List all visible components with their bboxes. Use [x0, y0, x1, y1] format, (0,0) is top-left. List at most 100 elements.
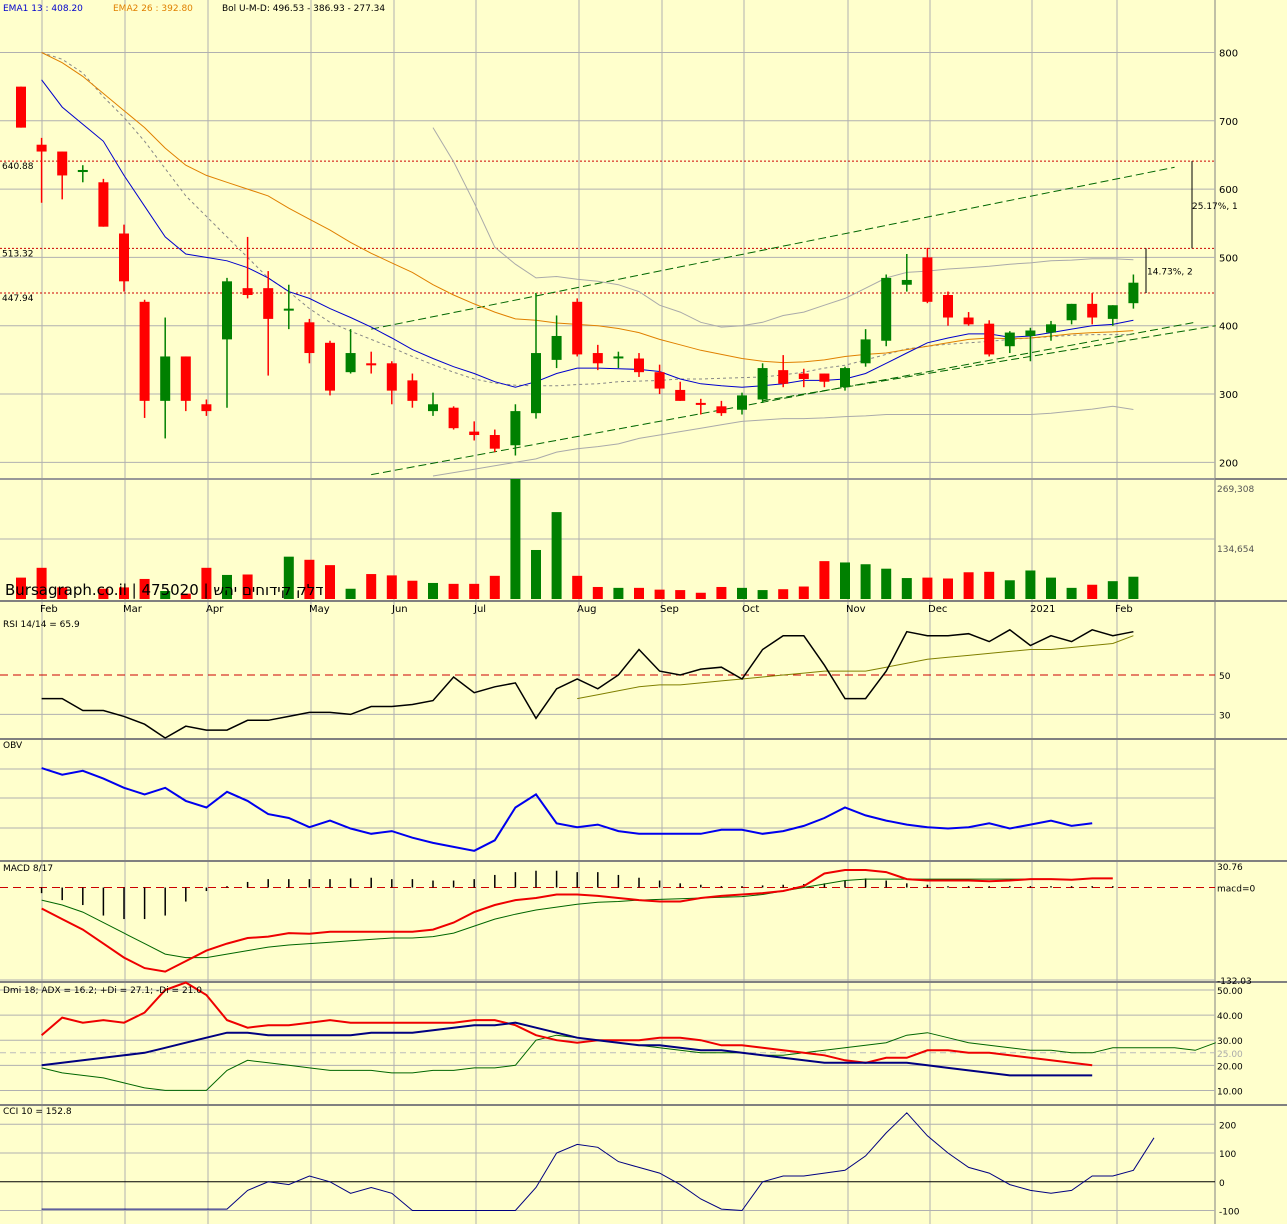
- candle-down: [943, 294, 953, 318]
- rsi-tick-label: 30: [1219, 711, 1231, 721]
- cci-tick-label: 0: [1219, 1179, 1225, 1189]
- price-level-label: 447.94: [2, 294, 34, 304]
- candle-up: [613, 356, 624, 359]
- candle-down: [407, 380, 418, 401]
- panel-separator: [0, 1104, 1287, 1106]
- rsi-label: RSI 14/14 = 65.9: [3, 620, 80, 630]
- candle-up: [1025, 330, 1036, 336]
- volume-bar: [407, 580, 418, 599]
- volume-bar: [901, 578, 912, 599]
- cci-tick-label: 100: [1219, 1150, 1236, 1160]
- dmi-tick-label: 20.00: [1217, 1062, 1243, 1072]
- candle-down: [57, 151, 68, 176]
- watermark: Bursagraph.co.il | 475020 | דלק קידוחים …: [5, 581, 323, 599]
- candle-down: [572, 301, 583, 355]
- measure-annotation: 14.73%, 2: [1147, 268, 1193, 278]
- volume-bar: [922, 577, 933, 599]
- panel-separator: [0, 981, 1287, 983]
- candle-down: [36, 144, 47, 152]
- price-tick-label: 200: [1219, 458, 1238, 469]
- volume-bar: [943, 578, 953, 599]
- boll-legend: Bol U-M-D: 496.53 - 386.93 - 277.34: [222, 4, 385, 14]
- candle-down: [242, 288, 253, 295]
- measure-annotation: 25.17%, 1: [1192, 202, 1238, 212]
- x-tick-label: May: [309, 604, 330, 615]
- volume-bar: [1046, 577, 1056, 599]
- volume-bar: [634, 587, 644, 599]
- volume-tick-label: 269,308: [1217, 485, 1254, 495]
- candle-down: [984, 323, 995, 355]
- candle-down: [634, 358, 644, 373]
- candle-down: [963, 317, 974, 325]
- candle-down: [819, 373, 830, 382]
- candle-up: [860, 339, 871, 364]
- x-tick-label: Feb: [40, 604, 58, 615]
- macd-tick-label: 30.76: [1217, 863, 1243, 873]
- volume-bar: [1087, 584, 1098, 599]
- dmi-label: Dmi 18; ADX = 16.2; +Di = 27.1; -Di = 21…: [3, 986, 202, 996]
- candle-up: [160, 356, 171, 401]
- volume-bar: [860, 564, 871, 599]
- x-tick-label: Oct: [742, 604, 759, 615]
- obv-label: OBV: [3, 741, 23, 751]
- macd-tick-label: macd=0: [1217, 885, 1255, 895]
- cci-label: CCI 10 = 152.8: [3, 1107, 72, 1117]
- x-tick-label: Feb: [1115, 604, 1133, 615]
- candle-up: [757, 368, 768, 400]
- price-tick-label: 400: [1219, 322, 1238, 333]
- volume-bar: [737, 587, 747, 599]
- dmi-tick-label: 40.00: [1217, 1012, 1243, 1022]
- candle-up: [283, 308, 294, 311]
- candle-down: [98, 182, 109, 227]
- candle-down: [675, 389, 686, 401]
- candle-down: [469, 431, 480, 436]
- volume-bar: [1025, 570, 1036, 599]
- cci-tick-label: -100: [1219, 1208, 1240, 1218]
- volume-bar: [1066, 587, 1077, 599]
- volume-bar: [881, 568, 892, 599]
- candle-down: [201, 404, 212, 412]
- dmi-tick-label: 30.00: [1217, 1037, 1243, 1047]
- ema2-legend: EMA2 26 : 392.80: [113, 4, 193, 14]
- candle-down: [139, 301, 150, 401]
- candle-down: [716, 406, 727, 414]
- x-tick-label: Jul: [473, 604, 486, 615]
- dmi-tick-label: 50.00: [1217, 987, 1243, 997]
- candle-up: [1066, 303, 1077, 321]
- candle-up: [222, 281, 232, 340]
- x-tick-label: Mar: [123, 604, 143, 615]
- volume-bar: [695, 592, 706, 599]
- candle-up: [551, 335, 562, 360]
- candle-down: [489, 435, 500, 449]
- volume-bar: [716, 586, 727, 599]
- candle-down: [180, 356, 191, 401]
- volume-bar: [675, 590, 686, 599]
- technical-chart: 200300400500600700800640.88513.32447.942…: [0, 0, 1287, 1224]
- candle-up: [1004, 332, 1015, 347]
- volume-bar: [963, 572, 974, 599]
- volume-bar: [798, 586, 809, 599]
- candle-up: [881, 277, 892, 341]
- candle-down: [366, 363, 377, 366]
- volume-bar: [1004, 580, 1015, 599]
- candle-up: [840, 368, 850, 388]
- candle-up: [1046, 324, 1056, 333]
- price-tick-label: 500: [1219, 253, 1238, 264]
- candle-down: [263, 288, 274, 319]
- candle-up: [1128, 282, 1139, 304]
- candle-down: [16, 86, 26, 128]
- volume-bar: [386, 575, 397, 599]
- candle-down: [654, 372, 665, 389]
- volume-bar: [489, 575, 500, 599]
- panel-separator: [0, 600, 1287, 602]
- x-tick-label: Apr: [206, 604, 224, 615]
- panel-separator: [0, 738, 1287, 740]
- volume-bar: [1107, 581, 1118, 599]
- volume-bar: [984, 571, 995, 599]
- volume-bar: [613, 587, 624, 599]
- volume-bar: [572, 575, 583, 599]
- candle-down: [325, 342, 335, 391]
- volume-bar: [757, 590, 768, 599]
- volume-bar: [654, 589, 665, 599]
- cci-tick-label: 200: [1219, 1121, 1236, 1131]
